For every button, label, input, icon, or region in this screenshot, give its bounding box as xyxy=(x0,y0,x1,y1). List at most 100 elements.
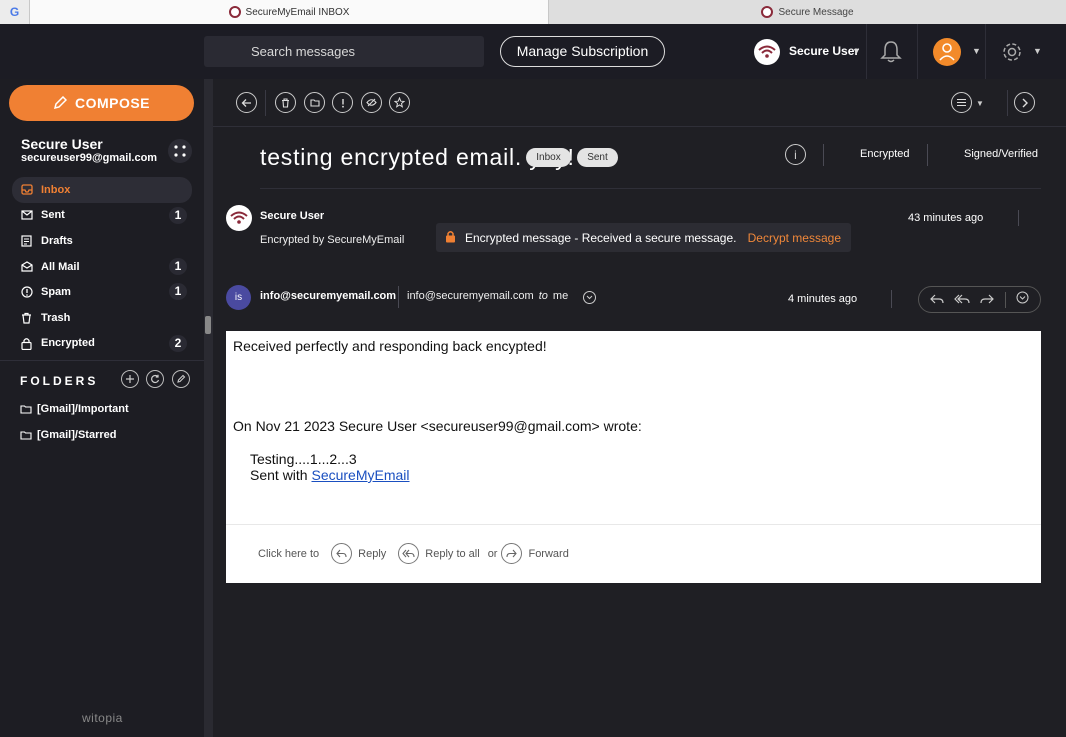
mark-unread-icon[interactable] xyxy=(361,92,382,113)
encrypted-count-badge: 2 xyxy=(169,334,187,352)
reply-all-icon[interactable] xyxy=(954,291,970,309)
inbox-icon xyxy=(20,183,33,196)
account-name: Secure User xyxy=(21,136,103,152)
reply-label: Reply xyxy=(358,547,387,560)
account-switch-button[interactable] xyxy=(168,139,192,163)
sidebar-item-label: Drafts xyxy=(41,234,73,247)
envelope-icon xyxy=(20,209,33,222)
header-user-name[interactable]: Secure User xyxy=(789,44,859,58)
sidebar-item-encrypted[interactable]: Encrypted 2 xyxy=(12,331,192,357)
message-time: 43 minutes ago xyxy=(908,212,984,224)
tab-securemyemail-inbox[interactable]: SecureMyEmail INBOX xyxy=(30,0,549,24)
app-header: Search messages Manage Subscription Secu… xyxy=(0,24,1066,79)
sidebar-item-sent[interactable]: Sent 1 xyxy=(12,203,192,229)
or-text: or xyxy=(487,547,498,560)
drafts-icon xyxy=(20,234,33,247)
divider xyxy=(985,24,986,79)
chevron-down-icon[interactable]: ▼ xyxy=(1033,46,1042,56)
message-actions xyxy=(918,286,1041,313)
bell-icon[interactable] xyxy=(880,40,902,69)
user-avatar[interactable] xyxy=(754,39,780,65)
divider xyxy=(866,24,867,79)
person-icon xyxy=(939,43,955,61)
chevron-down-icon[interactable]: ▼ xyxy=(976,99,984,108)
encrypted-message-banner: Encrypted message - Received a secure me… xyxy=(436,223,851,252)
forward-icon[interactable] xyxy=(980,291,995,309)
sidebar-item-all-mail[interactable]: All Mail 1 xyxy=(12,254,192,280)
reply-icon[interactable] xyxy=(930,291,944,309)
sidebar-item-label: Encrypted xyxy=(41,337,95,350)
message-body: Received perfectly and responding back e… xyxy=(226,331,1041,583)
lock-icon xyxy=(20,337,33,350)
star-icon[interactable] xyxy=(389,92,410,113)
folder-icon xyxy=(20,431,32,440)
sidebar-item-label: Trash xyxy=(41,311,71,324)
signed-verified-status: Signed/Verified xyxy=(964,148,1038,160)
quoted-signature: Sent with SecureMyEmail xyxy=(250,467,410,483)
sidebar-item-label: Inbox xyxy=(41,183,71,196)
sidebar: COMPOSE Secure User secureuser99@gmail.c… xyxy=(0,79,204,737)
list-view-icon[interactable] xyxy=(951,92,972,113)
chevron-down-icon[interactable]: ▼ xyxy=(972,46,981,56)
divider xyxy=(398,286,399,308)
info-icon[interactable]: i xyxy=(785,144,806,165)
account-email: secureuser99@gmail.com xyxy=(21,152,158,164)
refresh-folders-icon[interactable] xyxy=(146,370,164,388)
manage-subscription-button[interactable]: Manage Subscription xyxy=(500,36,665,67)
folder-starred[interactable]: [Gmail]/Starred xyxy=(20,429,116,441)
search-input[interactable]: Search messages xyxy=(204,36,484,67)
sidebar-scrollbar[interactable] xyxy=(204,79,213,737)
sidebar-item-spam[interactable]: Spam 1 xyxy=(12,279,192,305)
folder-icon xyxy=(20,405,32,414)
chevron-down-icon[interactable] xyxy=(1016,291,1029,309)
edit-folders-icon[interactable] xyxy=(172,370,190,388)
folder-label: [Gmail]/Important xyxy=(37,403,129,415)
banner-text: Encrypted message - Received a secure me… xyxy=(465,230,737,245)
folders-heading: FOLDERS xyxy=(20,374,99,388)
reply-button[interactable]: Reply xyxy=(331,543,386,564)
sent-count-badge: 1 xyxy=(169,206,187,224)
divider xyxy=(823,144,824,166)
from-address[interactable]: info@securemyemail.com xyxy=(260,290,396,302)
sidebar-item-drafts[interactable]: Drafts xyxy=(12,228,192,254)
sender-avatar xyxy=(226,205,252,231)
compose-button[interactable]: COMPOSE xyxy=(9,85,194,121)
divider xyxy=(213,126,1066,127)
move-folder-icon[interactable] xyxy=(304,92,325,113)
reply-all-button[interactable]: Reply to all xyxy=(398,543,480,564)
tab-secure-message[interactable]: Secure Message xyxy=(549,0,1066,24)
google-tab[interactable]: G xyxy=(0,0,30,24)
folder-important[interactable]: [Gmail]/Important xyxy=(20,403,129,415)
sidebar-item-inbox[interactable]: Inbox xyxy=(12,177,192,203)
chevron-down-icon[interactable] xyxy=(583,291,596,304)
sender-name[interactable]: Secure User xyxy=(260,210,324,222)
back-icon[interactable] xyxy=(236,92,257,113)
forward-button[interactable]: Forward xyxy=(501,543,569,564)
label-sent-badge[interactable]: Sent xyxy=(577,148,618,167)
compose-label: COMPOSE xyxy=(74,95,151,111)
decrypt-message-button[interactable]: Decrypt message xyxy=(748,231,841,245)
scrollbar-thumb[interactable] xyxy=(205,316,211,334)
gear-icon[interactable] xyxy=(1001,41,1023,68)
divider xyxy=(891,290,892,308)
next-message-icon[interactable] xyxy=(1014,92,1035,113)
report-spam-icon[interactable] xyxy=(332,92,353,113)
sidebar-item-label: Sent xyxy=(41,209,65,222)
divider xyxy=(1007,90,1008,116)
quick-reply-bar: Click here to Reply Reply to all or Forw… xyxy=(258,543,569,564)
sender-avatar: is xyxy=(226,285,251,310)
divider xyxy=(1004,291,1006,308)
wifi-icon xyxy=(230,211,248,224)
profile-avatar[interactable] xyxy=(933,38,961,66)
lock-icon xyxy=(445,230,456,246)
folder-label: [Gmail]/Starred xyxy=(37,429,117,441)
pencil-icon xyxy=(53,96,67,110)
chevron-down-icon[interactable]: ▼ xyxy=(852,46,861,56)
securemyemail-link[interactable]: SecureMyEmail xyxy=(311,467,409,483)
add-folder-icon[interactable] xyxy=(121,370,139,388)
body-text: Received perfectly and responding back e… xyxy=(233,338,547,354)
delete-icon[interactable] xyxy=(275,92,296,113)
tab-label: Secure Message xyxy=(778,6,854,18)
sidebar-item-trash[interactable]: Trash xyxy=(12,305,192,331)
label-inbox-badge[interactable]: Inbox xyxy=(526,148,571,167)
